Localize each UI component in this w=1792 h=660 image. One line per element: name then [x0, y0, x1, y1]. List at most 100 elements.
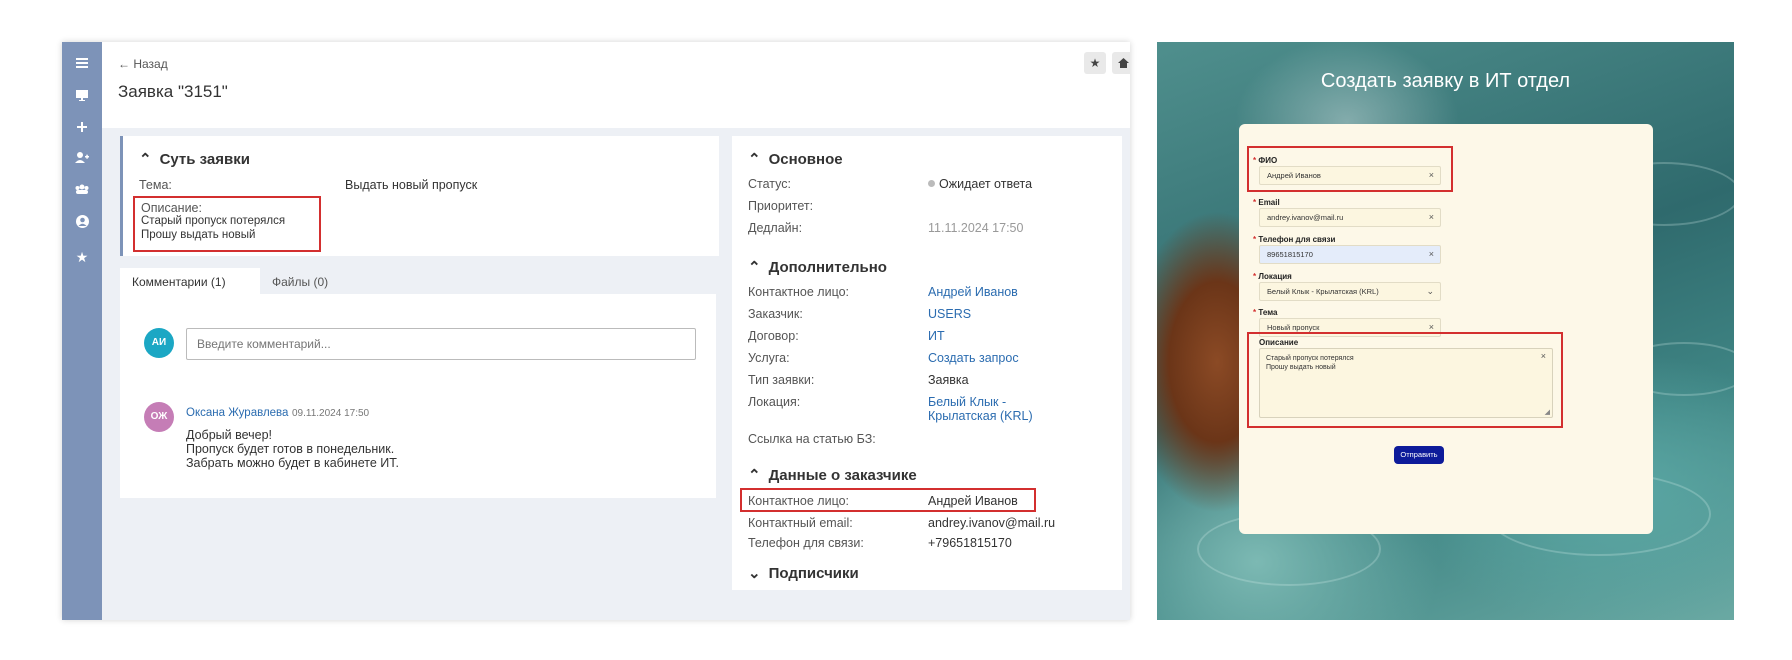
location-value: Белый Клык - Крылатская (KRL)	[1267, 287, 1379, 296]
comment-text: Забрать можно будет в кабинете ИТ.	[186, 456, 399, 470]
topic-label-text: Тема	[1258, 308, 1278, 317]
contact-person-label: Контактное лицо:	[748, 494, 850, 508]
tab-files[interactable]: Файлы (0)	[260, 268, 380, 294]
sidebar: ★	[62, 42, 102, 620]
contact-email-value: andrey.ivanov@mail.ru	[928, 516, 1056, 530]
subscribers-title: Подписчики	[768, 565, 859, 582]
deadline-label: Дедлайн:	[748, 221, 803, 235]
star-icon[interactable]: ★	[62, 246, 102, 268]
required-mark: *	[1253, 272, 1257, 281]
topic-value: Новый пропуск	[1267, 323, 1320, 332]
comment-author[interactable]: Оксана Журавлева	[186, 407, 288, 419]
contact-phone-value: +79651815170	[928, 536, 1012, 550]
main-section-header[interactable]: ⌃ Основное	[748, 150, 843, 168]
contract-label: Договор:	[748, 329, 799, 343]
main-section-title: Основное	[768, 151, 843, 168]
clear-icon[interactable]: ×	[1541, 351, 1546, 361]
location-label-text: Локация	[1258, 272, 1292, 281]
comment-input[interactable]	[186, 328, 696, 360]
contact-label: Контактное лицо:	[748, 285, 850, 299]
contract-link[interactable]: ИТ	[928, 329, 945, 343]
description-textarea[interactable]: Старый пропуск потерялся Прошу выдать но…	[1259, 348, 1553, 418]
clear-icon[interactable]: ×	[1429, 167, 1434, 184]
phone-value: 89651815170	[1267, 250, 1313, 259]
menu-icon[interactable]	[62, 52, 102, 74]
avatar: АИ	[144, 328, 174, 358]
submit-button[interactable]: Отправить	[1394, 446, 1444, 464]
status-badge: Ожидает ответа	[928, 177, 1032, 191]
team-icon[interactable]	[62, 178, 102, 200]
tab-comments[interactable]: Комментарии (1)	[120, 268, 260, 294]
fio-field[interactable]: Андрей Иванов ×	[1259, 166, 1441, 185]
contact-phone-label: Телефон для связи:	[748, 536, 864, 550]
location-label: Локация:	[748, 395, 801, 409]
home-icon	[1117, 58, 1129, 68]
subscribers-header[interactable]: ⌄ Подписчики	[748, 564, 859, 582]
customer-data-header[interactable]: ⌃ Данные о заказчике	[748, 466, 917, 484]
service-label: Услуга:	[748, 351, 790, 365]
chevron-down-icon: ⌄	[1426, 286, 1434, 296]
contact-person-value: Андрей Иванов	[928, 494, 1018, 508]
back-link[interactable]: ← Назад	[118, 57, 168, 71]
extra-section-header[interactable]: ⌃ Дополнительно	[748, 258, 887, 276]
clear-icon[interactable]: ×	[1429, 209, 1434, 226]
page-title: Заявка "3151"	[118, 82, 228, 101]
account-icon[interactable]	[62, 210, 102, 232]
resize-handle-icon[interactable]: ◢	[1545, 408, 1550, 416]
description-highlight: Описание: Старый пропуск потерялся Прошу…	[133, 196, 321, 252]
required-mark: *	[1253, 235, 1257, 244]
essence-title: Суть заявки	[159, 151, 250, 168]
topic-value: Выдать новый пропуск	[345, 178, 478, 192]
monitor-icon[interactable]	[62, 84, 102, 106]
comments-panel: АИ ОЖ Оксана Журавлева 09.11.2024 17:50 …	[120, 294, 716, 498]
fio-label: * ФИО	[1253, 156, 1277, 165]
location-select[interactable]: Белый Клык - Крылатская (KRL) ⌄	[1259, 282, 1441, 301]
type-value: Заявка	[928, 373, 969, 387]
favorite-button[interactable]: ★	[1084, 52, 1106, 74]
description-line: Прошу выдать новый	[141, 229, 256, 241]
status-value: Ожидает ответа	[939, 177, 1033, 191]
customer-data-title: Данные о заказчике	[768, 467, 917, 484]
topic-label: * Тема	[1253, 308, 1277, 317]
contact-highlight: Контактное лицо: Андрей Иванов	[740, 488, 1036, 512]
location-label: * Локация	[1253, 272, 1292, 281]
description-text: Старый пропуск потерялся	[1266, 355, 1354, 362]
chevron-down-icon: ⌄	[748, 565, 761, 582]
required-mark: *	[1253, 198, 1257, 207]
description-label: Описание:	[141, 201, 202, 215]
description-line: Старый пропуск потерялся	[141, 215, 286, 227]
email-value: andrey.ivanov@mail.ru	[1267, 213, 1344, 222]
contact-email-label: Контактный email:	[748, 516, 853, 530]
status-dot-icon	[928, 180, 935, 187]
add-user-icon[interactable]	[62, 146, 102, 168]
contact-link[interactable]: Андрей Иванов	[928, 285, 1018, 299]
plus-icon[interactable]	[62, 116, 102, 138]
type-label: Тип заявки:	[748, 373, 815, 387]
phone-field[interactable]: 89651815170 ×	[1259, 245, 1441, 264]
email-label: * Email	[1253, 198, 1280, 207]
phone-label: * Телефон для связи	[1253, 235, 1335, 244]
chevron-up-icon: ⌃	[748, 151, 761, 168]
status-label: Статус:	[748, 177, 791, 191]
fio-label-text: ФИО	[1258, 156, 1278, 165]
clear-icon[interactable]: ×	[1429, 246, 1434, 263]
customer-link[interactable]: USERS	[928, 307, 971, 321]
email-label-text: Email	[1258, 198, 1280, 207]
comment-text: Добрый вечер!	[186, 428, 273, 442]
essence-header[interactable]: ⌃ Суть заявки	[139, 150, 250, 168]
chevron-up-icon: ⌃	[139, 151, 152, 168]
location-link-line: Белый Клык -	[928, 395, 1007, 409]
service-link[interactable]: Создать запрос	[928, 351, 1019, 365]
location-link[interactable]: Белый Клык - Крылатская (KRL)	[928, 395, 1033, 423]
required-mark: *	[1253, 156, 1257, 165]
home-button[interactable]	[1112, 52, 1130, 74]
deadline-value: 11.11.2024 17:50	[928, 221, 1024, 235]
description-label: Описание	[1259, 338, 1299, 347]
tab-comments-label: Комментарии (1)	[132, 275, 226, 289]
location-link-line: Крылатская (KRL)	[928, 409, 1033, 423]
topic-label: Тема:	[139, 178, 172, 192]
email-field[interactable]: andrey.ivanov@mail.ru ×	[1259, 208, 1441, 227]
extra-section-title: Дополнительно	[768, 259, 887, 276]
star-icon: ★	[1089, 56, 1101, 70]
ticket-app-window: ★ ← Назад Заявка "3151" ★ ⌃ Суть заявки Т…	[62, 42, 1130, 620]
